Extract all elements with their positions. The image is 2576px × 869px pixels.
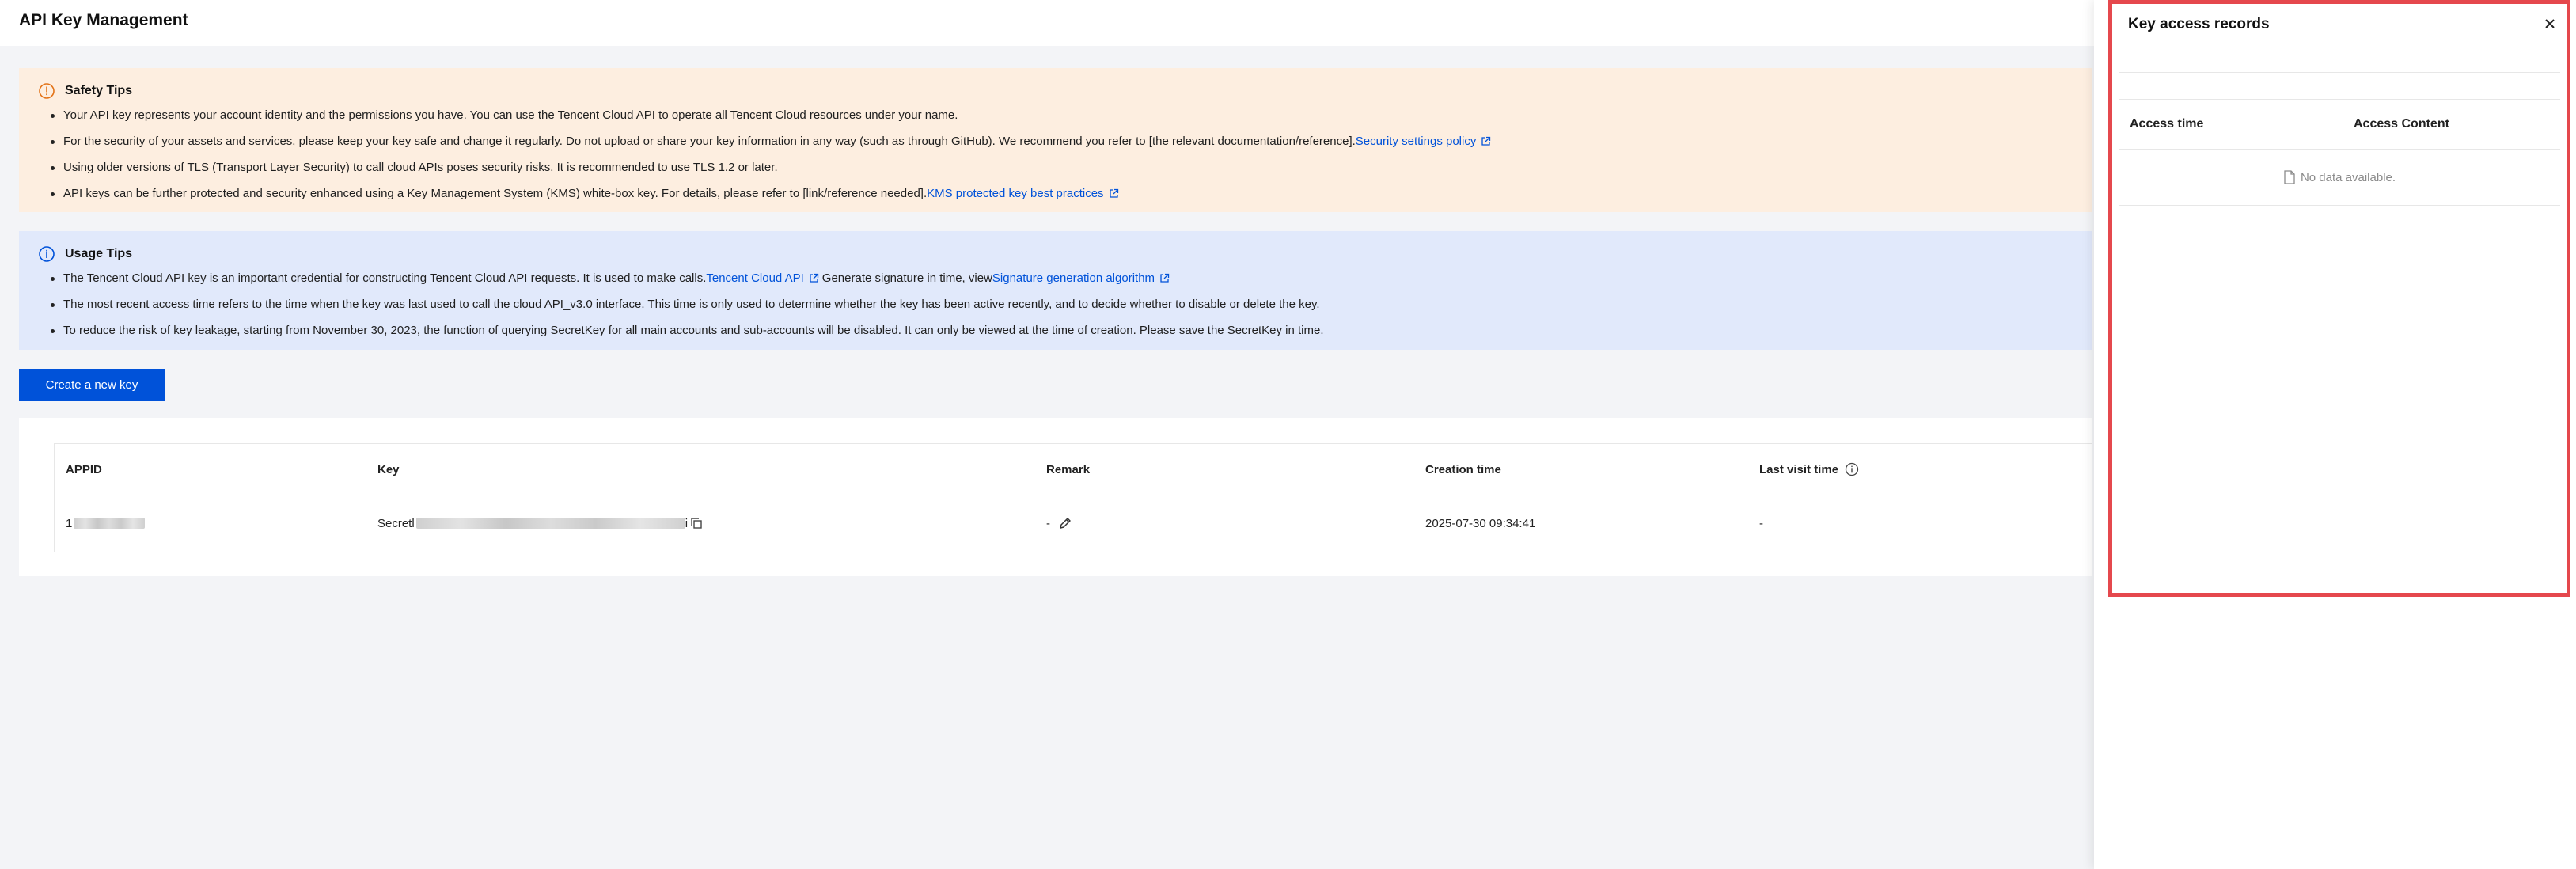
copy-icon[interactable] (689, 516, 704, 530)
column-header-creation-time: Creation time (1425, 462, 1501, 476)
tencent-cloud-api-link[interactable]: Tencent Cloud API (706, 271, 803, 285)
table-header-row: Access time Access Content (2119, 100, 2560, 150)
security-settings-policy-link[interactable]: Security settings policy (1356, 135, 1477, 148)
access-records-table: Access time Access Content No data avail… (2119, 99, 2560, 207)
column-header-key: Key (377, 462, 400, 476)
list-item: API keys can be further protected and se… (50, 186, 1491, 212)
drawer-title: Key access records (2128, 16, 2270, 32)
column-header-appid: APPID (66, 462, 102, 476)
key-value-suffix: i (685, 516, 689, 530)
empty-state: No data available. (2119, 150, 2560, 206)
page-title: API Key Management (19, 11, 188, 29)
creation-time-cell: 2025-07-30 09:34:41 (1425, 516, 1536, 530)
tip-text: For the security of your assets and serv… (63, 135, 1356, 148)
external-link-icon[interactable] (1481, 136, 1491, 146)
list-item: The Tencent Cloud API key is an importan… (51, 271, 1324, 297)
usage-tips-title: Usage Tips (65, 247, 133, 260)
create-new-key-button[interactable]: Create a new key (19, 369, 165, 401)
tip-text: The Tencent Cloud API key is an importan… (63, 271, 707, 285)
column-header-access-time: Access time (2130, 117, 2204, 131)
kms-best-practices-link[interactable]: KMS protected key best practices (927, 187, 1103, 200)
table-header-row: APPID Key Remark Creation time Last visi… (55, 444, 2092, 495)
empty-state-text: No data available. (2300, 170, 2396, 184)
appid-value: 1 (66, 516, 73, 530)
usage-tips-panel: Usage Tips The Tencent Cloud API key is … (19, 231, 2092, 350)
safety-tips-title: Safety Tips (65, 84, 133, 97)
key-value: Secretl (377, 516, 415, 530)
last-visit-cell: - (1759, 516, 1763, 530)
tip-text: Using older versions of TLS (Transport L… (63, 161, 778, 174)
column-header-label: Last visit time (1759, 462, 1839, 476)
key-cell: Secretl i (377, 495, 704, 552)
column-header-last-visit-time: Last visit time (1759, 444, 1859, 495)
drawer-highlight-frame: Key access records Access time Access Co… (2108, 0, 2570, 597)
column-header-access-content: Access Content (2354, 117, 2449, 131)
info-icon (39, 246, 55, 262)
info-icon[interactable] (1845, 462, 1859, 476)
remark-value: - (1046, 516, 1050, 530)
signature-algorithm-link[interactable]: Signature generation algorithm (992, 271, 1155, 285)
appid-cell: 1 (66, 495, 146, 552)
safety-tips-list: Your API key represents your account ide… (50, 108, 1491, 212)
external-link-icon[interactable] (809, 273, 819, 283)
edit-icon[interactable] (1058, 516, 1072, 530)
redacted-appid (74, 518, 146, 529)
redacted-key (415, 518, 685, 529)
list-item: The most recent access time refers to th… (51, 297, 1324, 323)
drawer-divider (2119, 72, 2560, 73)
document-icon (2284, 170, 2295, 184)
key-table-card: APPID Key Remark Creation time Last visi… (19, 418, 2092, 576)
safety-tips-panel: Safety Tips Your API key represents your… (19, 68, 2092, 212)
list-item: Your API key represents your account ide… (50, 108, 1491, 134)
external-link-icon[interactable] (1109, 188, 1119, 199)
usage-tips-list: The Tencent Cloud API key is an importan… (51, 271, 1324, 349)
safety-tips-header: Safety Tips (38, 82, 132, 100)
external-link-icon[interactable] (1159, 273, 1170, 283)
tip-text: Your API key represents your account ide… (63, 108, 958, 122)
column-header-remark: Remark (1046, 462, 1091, 476)
close-icon[interactable] (2541, 15, 2559, 32)
key-table: APPID Key Remark Creation time Last visi… (54, 443, 2092, 552)
tip-text: The most recent access time refers to th… (63, 298, 1320, 311)
usage-tips-header: Usage Tips (38, 245, 132, 263)
list-item: Using older versions of TLS (Transport L… (50, 160, 1491, 186)
key-access-records-drawer: Key access records Access time Access Co… (2094, 0, 2576, 869)
remark-cell: - (1046, 495, 1072, 552)
list-item: For the security of your assets and serv… (50, 134, 1491, 160)
tip-text: Generate signature in time, view (821, 271, 992, 285)
list-item: To reduce the risk of key leakage, start… (51, 323, 1324, 349)
tip-text: API keys can be further protected and se… (63, 187, 928, 200)
warning-icon (39, 83, 55, 99)
table-row: 1 Secretl i - 2025-07-30 09:34:41 - (55, 495, 2092, 552)
tip-text: To reduce the risk of key leakage, start… (63, 324, 1324, 337)
